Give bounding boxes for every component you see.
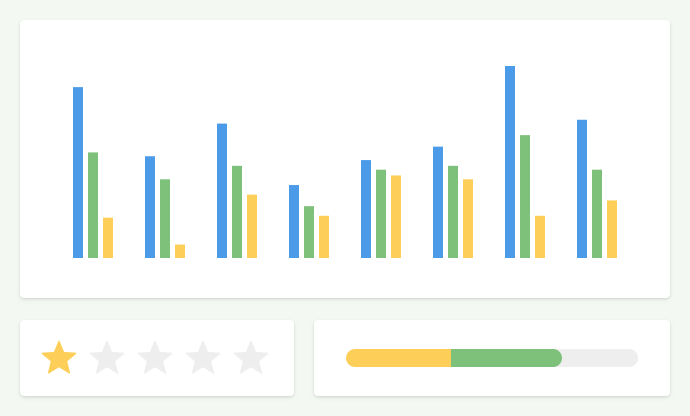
progress-card [314, 320, 670, 396]
star-icon[interactable] [88, 339, 126, 377]
bar [160, 179, 170, 258]
bar-chart [73, 66, 617, 259]
bar [361, 160, 371, 258]
bar [145, 156, 155, 258]
bar [463, 179, 473, 258]
bar [520, 135, 530, 258]
star-rating[interactable] [40, 338, 270, 378]
bar [73, 87, 83, 259]
bar [304, 206, 314, 258]
bar-group [289, 185, 329, 258]
bar-group [145, 156, 185, 258]
bar [391, 175, 401, 258]
bar [103, 217, 113, 258]
rating-card [20, 320, 294, 396]
bar-group [217, 123, 257, 258]
bar [505, 66, 515, 258]
bar [247, 194, 257, 258]
star-icon[interactable] [40, 339, 78, 377]
dashboard [0, 0, 690, 416]
bar-group [577, 119, 617, 258]
bar [607, 200, 617, 258]
progress-secondary-segment [451, 349, 563, 367]
bar [319, 215, 329, 258]
bar-group [73, 87, 113, 259]
bar [433, 146, 443, 258]
bar [232, 165, 242, 258]
star-icon[interactable] [232, 339, 270, 377]
star-icon[interactable] [136, 339, 174, 377]
bar [577, 119, 587, 258]
progress-primary-segment [346, 349, 452, 367]
bar-group [361, 160, 401, 258]
bar-group [433, 146, 473, 258]
bar [88, 152, 98, 258]
bar [448, 165, 458, 258]
star-icon[interactable] [184, 339, 222, 377]
chart-card [20, 20, 670, 298]
bar [376, 169, 386, 258]
bar-group [505, 66, 545, 258]
bar [289, 185, 299, 258]
bar [175, 244, 185, 258]
bar [535, 215, 545, 258]
bar [592, 169, 602, 258]
bar [217, 123, 227, 258]
progress-track [346, 349, 638, 367]
